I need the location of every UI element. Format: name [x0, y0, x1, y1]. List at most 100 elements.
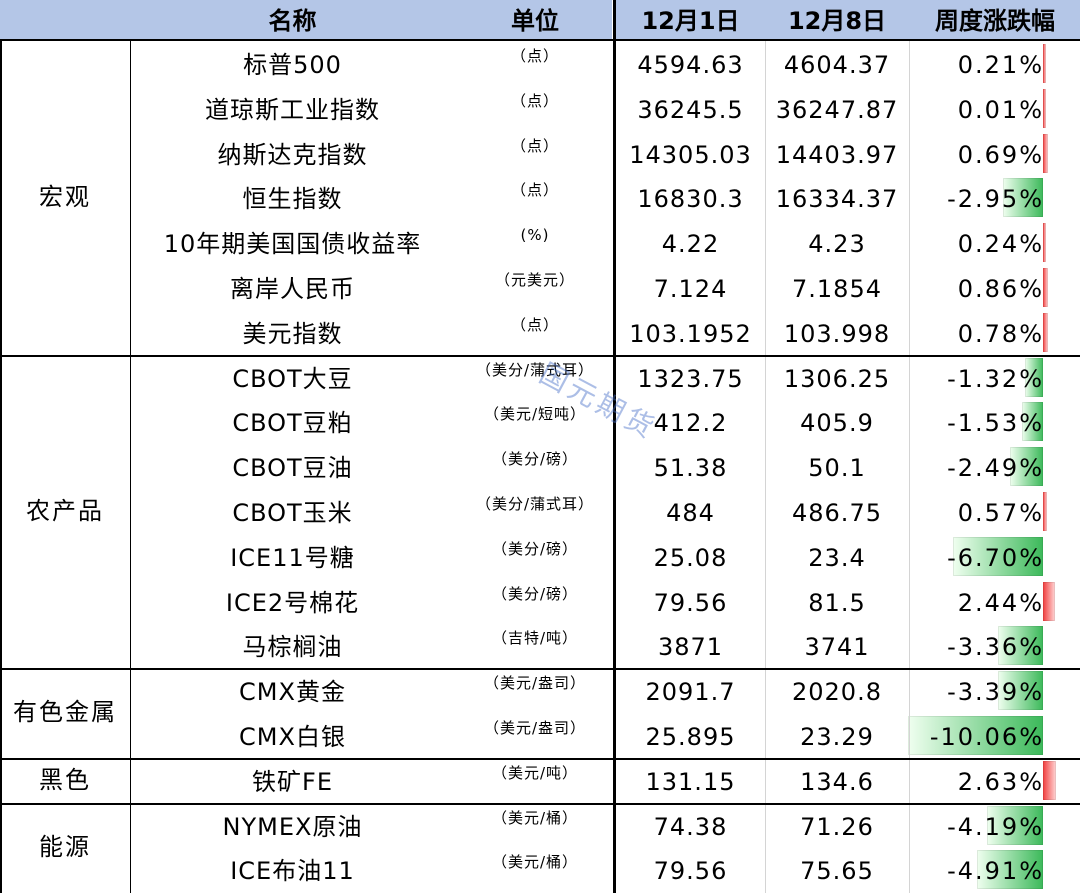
- header-name: 名称: [268, 7, 317, 35]
- category-separator: [0, 802, 1080, 805]
- row-change: -1.53%: [910, 399, 1080, 444]
- change-percent: -10.06%: [929, 723, 1044, 751]
- change-percent: 0.69%: [957, 140, 1044, 169]
- divider-change: [909, 40, 910, 893]
- row-name: CMX白银: [239, 723, 346, 751]
- row-unit: （美分/蒲式耳）: [475, 495, 595, 513]
- row-value-dec8: 71.26: [800, 812, 874, 841]
- row-value-dec8: 16334.37: [775, 185, 899, 214]
- row-value-dec8: 486.75: [792, 499, 882, 527]
- row-name: CBOT豆油: [232, 454, 353, 483]
- row-value-dec1: 4.22: [661, 230, 720, 259]
- row-change: 0.24%: [910, 220, 1080, 265]
- row-name: 10年期美国国债收益率: [163, 230, 422, 259]
- row-unit: （点）: [510, 181, 559, 200]
- row-value-dec8: 23.29: [800, 723, 874, 751]
- row-unit: （美元/桶）: [491, 808, 579, 827]
- row-name: 标普500: [243, 51, 342, 79]
- row-unit: （美分/磅）: [491, 539, 579, 558]
- row-unit: （美分/蒲式耳）: [475, 360, 595, 379]
- category-label: 能源: [39, 832, 91, 861]
- row-value-dec1: 3871: [657, 633, 724, 662]
- row-name: CBOT豆粕: [232, 409, 353, 438]
- header-bottom-rule: [0, 39, 1080, 41]
- row-change: -1.32%: [910, 355, 1080, 400]
- row-change: 0.21%: [910, 41, 1080, 86]
- row-value-dec8: 50.1: [808, 454, 866, 483]
- row-change: 0.01%: [910, 86, 1080, 131]
- row-value-dec1: 4594.63: [637, 51, 744, 79]
- row-change: -4.91%: [910, 847, 1080, 892]
- row-value-dec8: 103.998: [783, 319, 891, 348]
- category-separator: [0, 757, 1080, 760]
- row-value-dec8: 75.65: [800, 857, 874, 886]
- row-change: 0.57%: [910, 489, 1080, 534]
- change-percent: -6.70%: [947, 543, 1044, 572]
- row-change: 2.63%: [910, 758, 1080, 803]
- change-percent: 2.63%: [957, 767, 1044, 796]
- row-unit: （点）: [510, 315, 559, 334]
- row-value-dec1: 74.38: [653, 812, 728, 841]
- row-value-dec8: 81.5: [808, 588, 866, 617]
- row-change: 2.44%: [910, 579, 1080, 624]
- row-change: -4.19%: [910, 803, 1080, 848]
- category-label: 农产品: [26, 496, 104, 525]
- row-unit: （美元/盎司）: [483, 674, 587, 693]
- row-unit: （美元/盎司）: [483, 719, 587, 737]
- change-percent: 0.01%: [957, 95, 1044, 124]
- change-percent: -3.36%: [947, 633, 1044, 662]
- row-value-dec1: 14305.03: [629, 140, 752, 169]
- change-percent: -2.95%: [947, 185, 1044, 214]
- row-value-dec1: 2091.7: [645, 678, 736, 707]
- row-value-dec1: 16830.3: [637, 185, 744, 214]
- row-change: -3.36%: [910, 623, 1080, 668]
- change-percent: 0.24%: [957, 230, 1044, 259]
- row-name: NYMEX原油: [222, 812, 363, 841]
- row-value-dec1: 36245.5: [637, 95, 744, 124]
- row-unit: （元美元）: [494, 271, 575, 289]
- row-unit: （吉特/吨）: [491, 629, 579, 648]
- row-value-dec1: 25.08: [653, 543, 728, 572]
- row-unit: （美元/吨）: [491, 763, 579, 782]
- change-percent: 2.44%: [957, 588, 1044, 617]
- divider-left: [0, 40, 2, 893]
- row-name: 离岸人民币: [230, 275, 355, 303]
- change-percent: -1.32%: [947, 364, 1044, 393]
- row-name: 美元指数: [242, 319, 343, 348]
- row-change: -2.49%: [910, 444, 1080, 489]
- change-percent: 0.21%: [957, 51, 1044, 79]
- row-unit: （点）: [510, 47, 559, 65]
- row-unit: （美分/磅）: [491, 450, 579, 469]
- row-name: CBOT大豆: [232, 364, 353, 393]
- category-label: 黑色: [39, 765, 91, 794]
- category-separator: [0, 668, 1080, 671]
- row-value-dec8: 4604.37: [783, 51, 891, 79]
- row-change: 0.86%: [910, 265, 1080, 310]
- row-value-dec8: 7.1854: [792, 275, 882, 303]
- row-value-dec1: 25.895: [645, 723, 736, 751]
- header-unit: 单位: [511, 7, 559, 35]
- row-value-dec1: 1323.75: [637, 364, 744, 393]
- divider-dates: [765, 40, 766, 893]
- row-unit: （美元/短吨）: [483, 405, 587, 424]
- commodity-weekly-table: 名称 单位 12月1日 12月8日 周度涨跌幅 标普500 （点） 4594.63 4…: [0, 0, 1080, 893]
- row-change: -6.70%: [910, 534, 1080, 579]
- row-value-dec8: 1306.25: [783, 364, 891, 393]
- row-value-dec8: 3741: [804, 633, 870, 662]
- header-change: 周度涨跌幅: [935, 7, 1055, 35]
- row-change: -2.95%: [910, 175, 1080, 220]
- divider-category: [130, 40, 131, 893]
- row-value-dec8: 36247.87: [775, 95, 899, 124]
- category-label: 宏观: [39, 183, 91, 211]
- row-unit: (%): [520, 226, 550, 245]
- change-percent: 0.57%: [957, 499, 1044, 527]
- row-value-dec1: 103.1952: [629, 319, 752, 348]
- row-name: 铁矿FE: [252, 767, 333, 796]
- row-name: 道琼斯工业指数: [205, 95, 380, 124]
- row-value-dec1: 79.56: [653, 857, 728, 886]
- row-change: -10.06%: [908, 713, 1080, 758]
- category-separator: [0, 354, 1080, 357]
- row-value-dec8: 14403.97: [775, 140, 899, 169]
- row-name: CMX黄金: [239, 678, 346, 707]
- change-percent: -3.39%: [947, 678, 1044, 707]
